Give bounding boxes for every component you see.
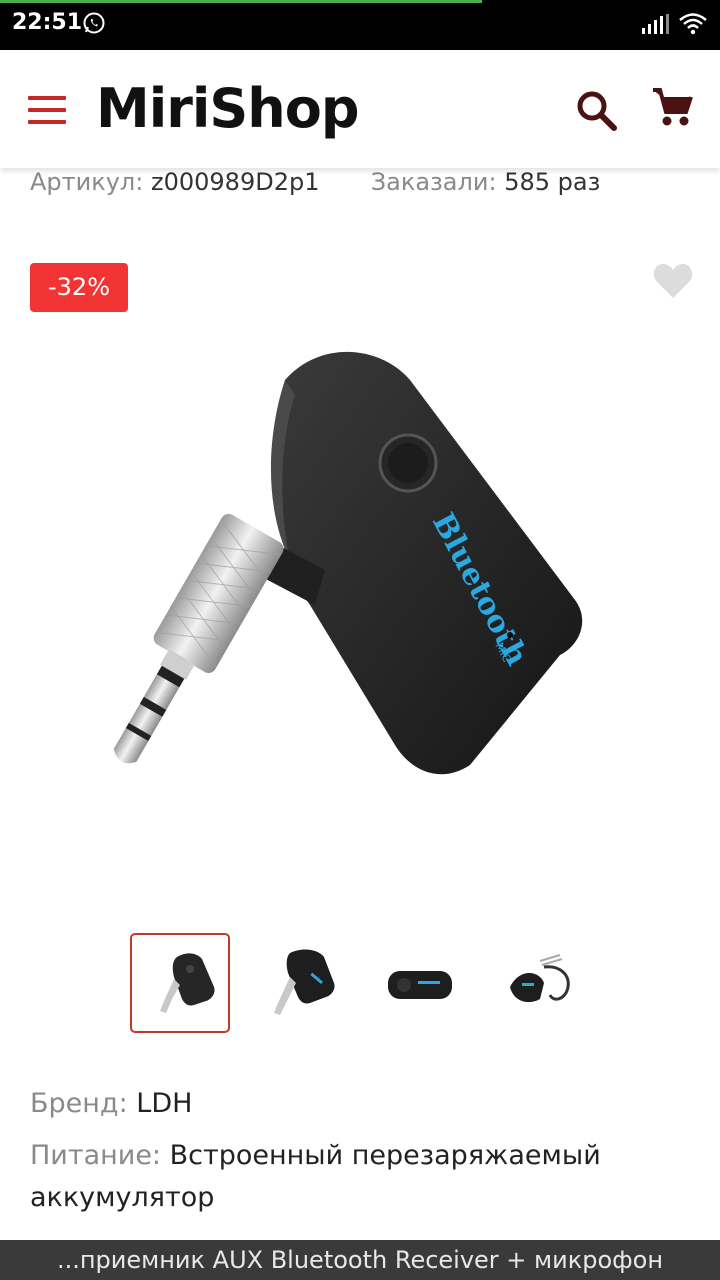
spec-brand: Бренд: LDH: [30, 1083, 192, 1125]
app-header: MiriShop: [0, 50, 720, 168]
orders-label: Заказали:: [370, 168, 497, 196]
spec-power: Питание: Встроенный перезаряжаемый аккум…: [30, 1135, 601, 1219]
spec-brand-label: Бренд:: [30, 1088, 128, 1119]
article-info: Артикул: z000989D2p1 Заказали: 585 раз: [30, 168, 600, 196]
thumbnail-4[interactable]: [490, 933, 590, 1033]
thumbnail-3[interactable]: [370, 933, 470, 1033]
spec-power-label: Питание:: [30, 1140, 162, 1171]
whatsapp-icon: [83, 12, 105, 34]
spec-power-value-cont: аккумулятор: [30, 1182, 215, 1213]
heart-icon[interactable]: [652, 260, 694, 300]
orders-value: 585 раз: [504, 168, 601, 196]
status-bar: 22:51: [0, 0, 720, 50]
status-time: 22:51: [12, 10, 83, 35]
sku-value: z000989D2p1: [151, 168, 320, 196]
spec-power-value: Встроенный перезаряжаемый: [169, 1140, 601, 1171]
site-logo[interactable]: MiriShop: [96, 74, 359, 144]
thumbnail-2[interactable]: [250, 933, 350, 1033]
wifi-icon: [679, 13, 707, 35]
cart-icon[interactable]: [650, 86, 694, 130]
search-icon[interactable]: [574, 88, 618, 132]
thumbnail-1[interactable]: [130, 933, 230, 1033]
menu-icon[interactable]: [28, 96, 68, 124]
signal-icon: [642, 14, 669, 34]
spec-brand-value: LDH: [136, 1088, 193, 1119]
product-image[interactable]: Bluetooth MIC: [110, 335, 610, 825]
page-load-progress: [0, 0, 482, 3]
bottom-title-banner: ...приемник AUX Bluetooth Receiver + мик…: [0, 1240, 720, 1280]
discount-badge: -32%: [30, 263, 129, 312]
sku-label: Артикул:: [30, 168, 144, 196]
